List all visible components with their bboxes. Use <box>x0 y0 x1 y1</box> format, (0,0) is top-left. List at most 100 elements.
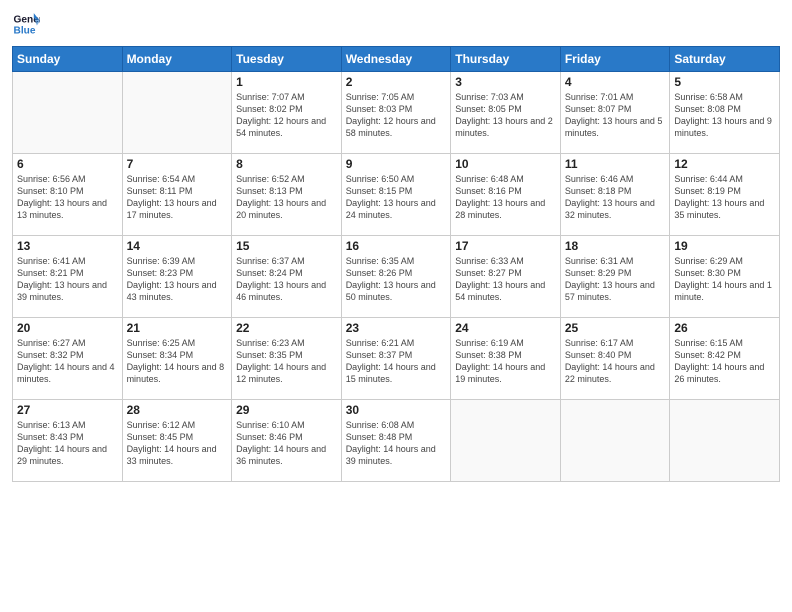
weekday-monday: Monday <box>122 47 232 72</box>
day-info: Sunrise: 6:17 AM Sunset: 8:40 PM Dayligh… <box>565 337 666 386</box>
day-info: Sunrise: 6:15 AM Sunset: 8:42 PM Dayligh… <box>674 337 775 386</box>
calendar-cell: 19Sunrise: 6:29 AM Sunset: 8:30 PM Dayli… <box>670 236 780 318</box>
day-number: 11 <box>565 157 666 171</box>
calendar-cell: 22 Sunrise: 6:23 AM Sunset: 8:35 PM Dayli… <box>232 318 342 400</box>
week-row-1: 1 Sunrise: 7:07 AM Sunset: 8:02 PM Daylig… <box>13 72 780 154</box>
calendar-cell: 21 Sunrise: 6:25 AM Sunset: 8:34 PM Dayli… <box>122 318 232 400</box>
day-number: 1 <box>236 75 337 89</box>
weekday-sunday: Sunday <box>13 47 123 72</box>
calendar-cell: 3 Sunrise: 7:03 AM Sunset: 8:05 PM Daylig… <box>451 72 561 154</box>
day-number: 29 <box>236 403 337 417</box>
day-info: Sunrise: 6:50 AM Sunset: 8:15 PM Dayligh… <box>346 173 447 222</box>
calendar-cell: 27 Sunrise: 6:13 AM Sunset: 8:43 PM Dayli… <box>13 400 123 482</box>
day-number: 7 <box>127 157 228 171</box>
calendar-cell: 4Sunrise: 7:01 AM Sunset: 8:07 PM Daylig… <box>560 72 670 154</box>
logo: General Blue <box>12 10 44 38</box>
day-info: Sunrise: 6:41 AM Sunset: 8:21 PM Dayligh… <box>17 255 118 304</box>
day-number: 28 <box>127 403 228 417</box>
day-number: 23 <box>346 321 447 335</box>
day-number: 6 <box>17 157 118 171</box>
day-info: Sunrise: 6:44 AM Sunset: 8:19 PM Dayligh… <box>674 173 775 222</box>
day-info: Sunrise: 6:12 AM Sunset: 8:45 PM Dayligh… <box>127 419 228 468</box>
calendar-cell: 17 Sunrise: 6:33 AM Sunset: 8:27 PM Dayli… <box>451 236 561 318</box>
calendar-cell: 6 Sunrise: 6:56 AM Sunset: 8:10 PM Daylig… <box>13 154 123 236</box>
day-info: Sunrise: 6:56 AM Sunset: 8:10 PM Dayligh… <box>17 173 118 222</box>
calendar-cell: 18Sunrise: 6:31 AM Sunset: 8:29 PM Dayli… <box>560 236 670 318</box>
day-number: 14 <box>127 239 228 253</box>
day-info: Sunrise: 6:13 AM Sunset: 8:43 PM Dayligh… <box>17 419 118 468</box>
day-number: 22 <box>236 321 337 335</box>
calendar-cell: 12 Sunrise: 6:44 AM Sunset: 8:19 PM Dayli… <box>670 154 780 236</box>
week-row-4: 20Sunrise: 6:27 AM Sunset: 8:32 PM Dayli… <box>13 318 780 400</box>
day-number: 5 <box>674 75 775 89</box>
logo-icon: General Blue <box>12 10 40 38</box>
calendar-cell: 1 Sunrise: 7:07 AM Sunset: 8:02 PM Daylig… <box>232 72 342 154</box>
calendar-cell: 9Sunrise: 6:50 AM Sunset: 8:15 PM Daylig… <box>341 154 451 236</box>
weekday-wednesday: Wednesday <box>341 47 451 72</box>
calendar-cell: 28 Sunrise: 6:12 AM Sunset: 8:45 PM Dayli… <box>122 400 232 482</box>
day-number: 17 <box>455 239 556 253</box>
day-info: Sunrise: 6:54 AM Sunset: 8:11 PM Dayligh… <box>127 173 228 222</box>
day-info: Sunrise: 6:23 AM Sunset: 8:35 PM Dayligh… <box>236 337 337 386</box>
day-info: Sunrise: 6:19 AM Sunset: 8:38 PM Dayligh… <box>455 337 556 386</box>
weekday-header-row: SundayMondayTuesdayWednesdayThursdayFrid… <box>13 47 780 72</box>
day-info: Sunrise: 6:25 AM Sunset: 8:34 PM Dayligh… <box>127 337 228 386</box>
calendar-cell <box>560 400 670 482</box>
day-number: 21 <box>127 321 228 335</box>
day-info: Sunrise: 6:27 AM Sunset: 8:32 PM Dayligh… <box>17 337 118 386</box>
day-info: Sunrise: 7:05 AM Sunset: 8:03 PM Dayligh… <box>346 91 447 140</box>
day-info: Sunrise: 6:10 AM Sunset: 8:46 PM Dayligh… <box>236 419 337 468</box>
weekday-thursday: Thursday <box>451 47 561 72</box>
day-info: Sunrise: 7:07 AM Sunset: 8:02 PM Dayligh… <box>236 91 337 140</box>
week-row-5: 27 Sunrise: 6:13 AM Sunset: 8:43 PM Dayli… <box>13 400 780 482</box>
day-info: Sunrise: 6:48 AM Sunset: 8:16 PM Dayligh… <box>455 173 556 222</box>
day-number: 8 <box>236 157 337 171</box>
day-number: 12 <box>674 157 775 171</box>
calendar-cell: 10Sunrise: 6:48 AM Sunset: 8:16 PM Dayli… <box>451 154 561 236</box>
calendar-cell <box>670 400 780 482</box>
day-info: Sunrise: 6:08 AM Sunset: 8:48 PM Dayligh… <box>346 419 447 468</box>
day-info: Sunrise: 6:46 AM Sunset: 8:18 PM Dayligh… <box>565 173 666 222</box>
day-info: Sunrise: 6:31 AM Sunset: 8:29 PM Dayligh… <box>565 255 666 304</box>
calendar-cell: 23 Sunrise: 6:21 AM Sunset: 8:37 PM Dayli… <box>341 318 451 400</box>
calendar-table: SundayMondayTuesdayWednesdayThursdayFrid… <box>12 46 780 482</box>
day-info: Sunrise: 6:52 AM Sunset: 8:13 PM Dayligh… <box>236 173 337 222</box>
week-row-3: 13Sunrise: 6:41 AM Sunset: 8:21 PM Dayli… <box>13 236 780 318</box>
day-info: Sunrise: 6:33 AM Sunset: 8:27 PM Dayligh… <box>455 255 556 304</box>
calendar-cell: 5 Sunrise: 6:58 AM Sunset: 8:08 PM Daylig… <box>670 72 780 154</box>
day-number: 30 <box>346 403 447 417</box>
week-row-2: 6 Sunrise: 6:56 AM Sunset: 8:10 PM Daylig… <box>13 154 780 236</box>
day-info: Sunrise: 6:35 AM Sunset: 8:26 PM Dayligh… <box>346 255 447 304</box>
calendar-cell <box>451 400 561 482</box>
day-info: Sunrise: 6:58 AM Sunset: 8:08 PM Dayligh… <box>674 91 775 140</box>
day-number: 24 <box>455 321 556 335</box>
calendar-cell <box>122 72 232 154</box>
calendar-cell: 14 Sunrise: 6:39 AM Sunset: 8:23 PM Dayli… <box>122 236 232 318</box>
day-number: 3 <box>455 75 556 89</box>
weekday-saturday: Saturday <box>670 47 780 72</box>
calendar-cell: 30 Sunrise: 6:08 AM Sunset: 8:48 PM Dayli… <box>341 400 451 482</box>
day-info: Sunrise: 6:37 AM Sunset: 8:24 PM Dayligh… <box>236 255 337 304</box>
weekday-friday: Friday <box>560 47 670 72</box>
weekday-tuesday: Tuesday <box>232 47 342 72</box>
header: General Blue <box>12 10 780 38</box>
day-number: 16 <box>346 239 447 253</box>
calendar-cell: 15 Sunrise: 6:37 AM Sunset: 8:24 PM Dayli… <box>232 236 342 318</box>
calendar-cell: 26Sunrise: 6:15 AM Sunset: 8:42 PM Dayli… <box>670 318 780 400</box>
day-info: Sunrise: 7:03 AM Sunset: 8:05 PM Dayligh… <box>455 91 556 140</box>
day-number: 27 <box>17 403 118 417</box>
calendar-cell: 25 Sunrise: 6:17 AM Sunset: 8:40 PM Dayli… <box>560 318 670 400</box>
calendar-cell: 24 Sunrise: 6:19 AM Sunset: 8:38 PM Dayli… <box>451 318 561 400</box>
svg-text:Blue: Blue <box>14 25 36 36</box>
day-number: 25 <box>565 321 666 335</box>
calendar-cell <box>13 72 123 154</box>
day-info: Sunrise: 6:39 AM Sunset: 8:23 PM Dayligh… <box>127 255 228 304</box>
day-number: 15 <box>236 239 337 253</box>
day-number: 2 <box>346 75 447 89</box>
calendar-cell: 16 Sunrise: 6:35 AM Sunset: 8:26 PM Dayli… <box>341 236 451 318</box>
day-info: Sunrise: 7:01 AM Sunset: 8:07 PM Dayligh… <box>565 91 666 140</box>
day-info: Sunrise: 6:21 AM Sunset: 8:37 PM Dayligh… <box>346 337 447 386</box>
calendar-cell: 20Sunrise: 6:27 AM Sunset: 8:32 PM Dayli… <box>13 318 123 400</box>
day-number: 19 <box>674 239 775 253</box>
calendar-cell: 29 Sunrise: 6:10 AM Sunset: 8:46 PM Dayli… <box>232 400 342 482</box>
